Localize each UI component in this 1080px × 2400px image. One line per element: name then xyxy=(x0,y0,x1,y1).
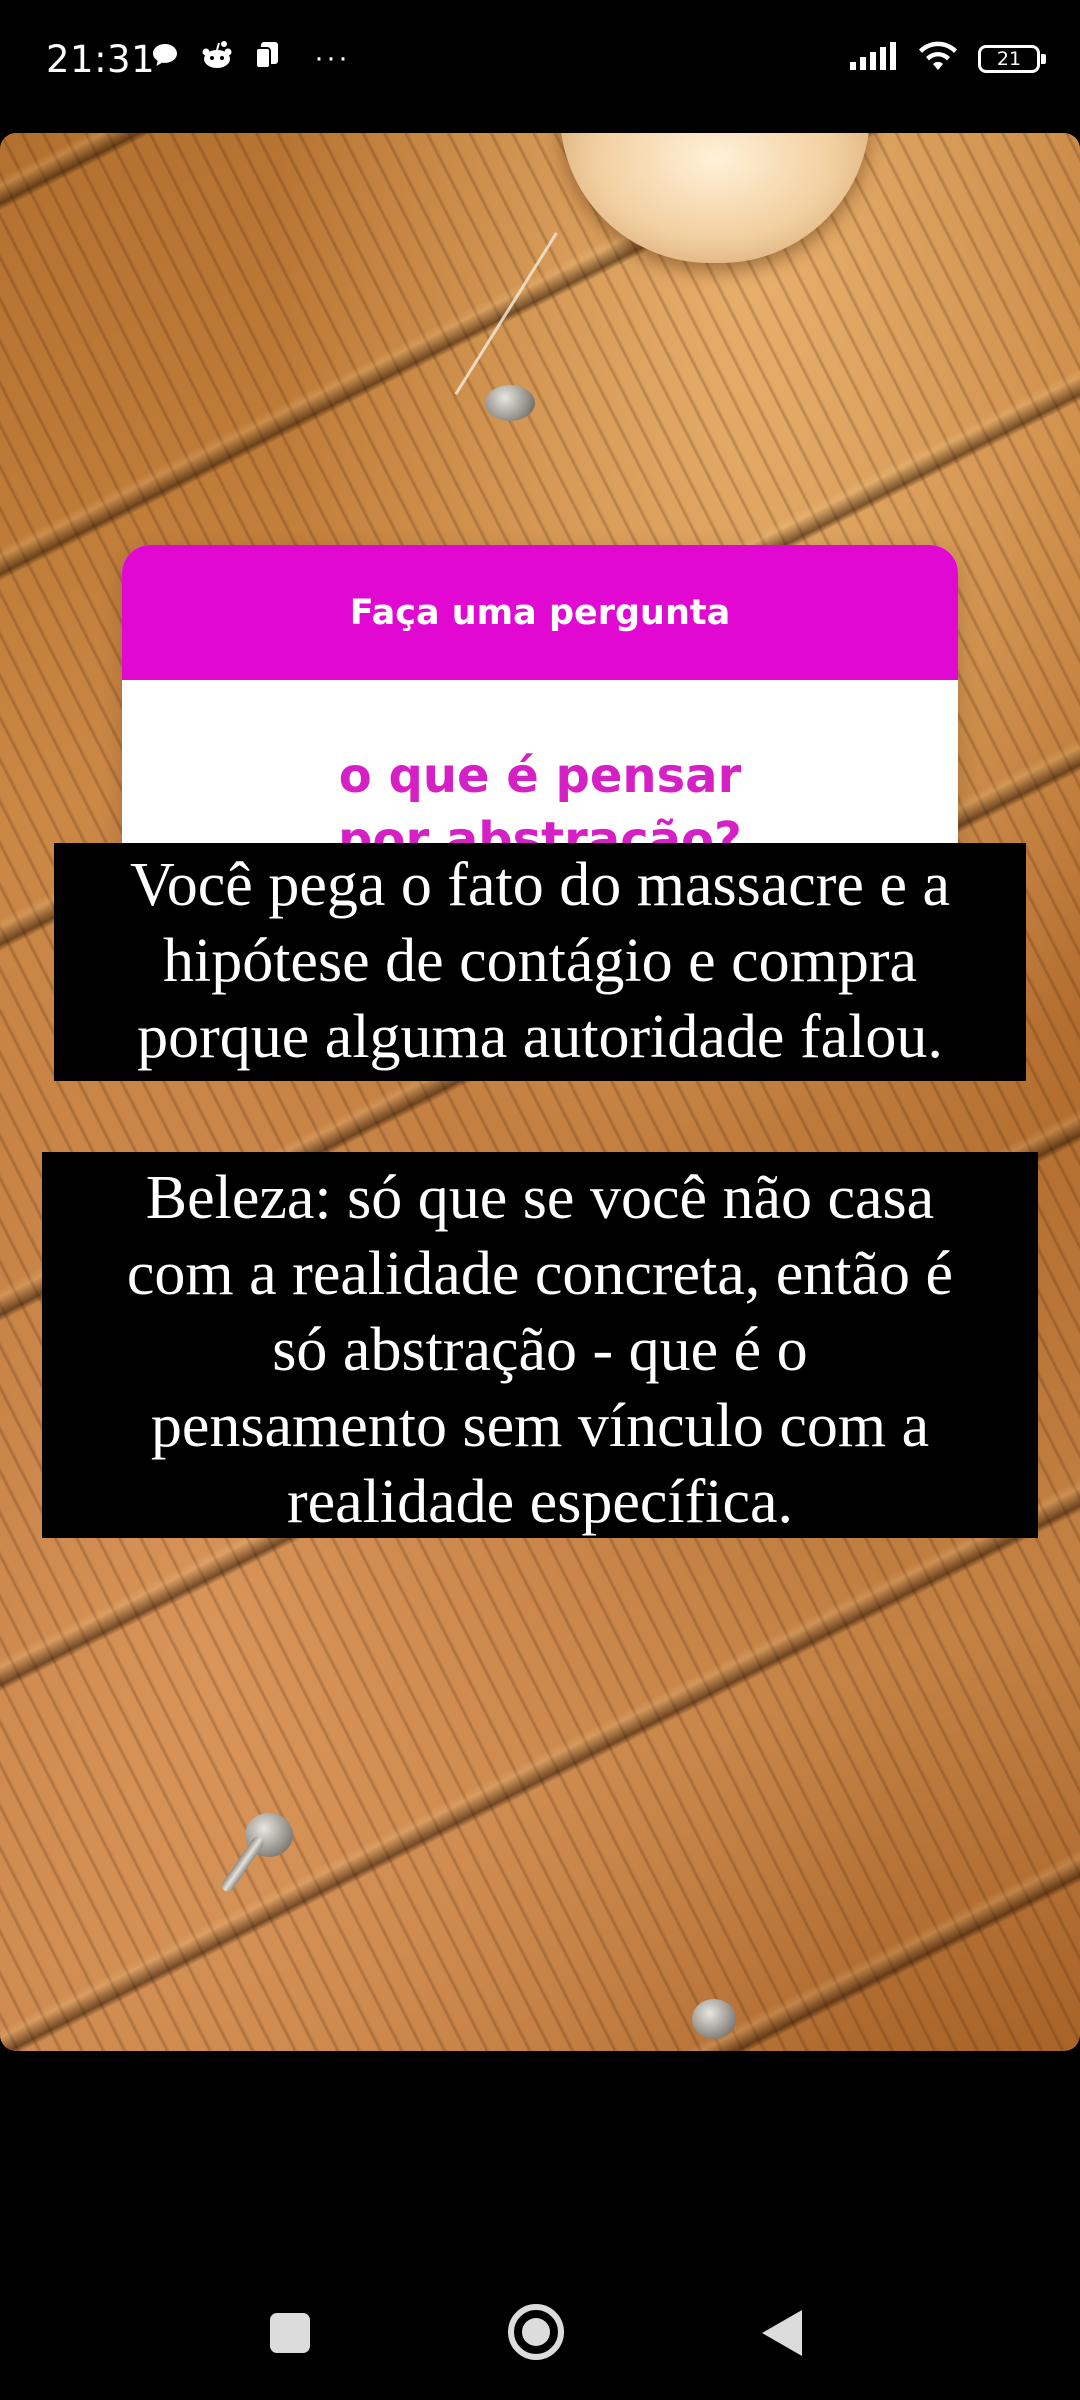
question-sticker-header: Faça uma pergunta xyxy=(122,545,958,680)
more-notifications-icon: ··· xyxy=(314,40,350,74)
ceiling-hook xyxy=(485,385,535,421)
story-text-overlay: Beleza: só que se você não casa com a re… xyxy=(42,1152,1038,1538)
wifi-icon xyxy=(916,40,960,77)
phone-screen: 21:31 ··· 21 Faça uma pergunta o que é p… xyxy=(0,0,1080,2400)
hook-stem xyxy=(219,1834,266,1894)
notification-card-icon xyxy=(254,40,280,75)
recent-apps-button[interactable] xyxy=(270,2313,310,2353)
lamp-wire xyxy=(454,232,558,395)
chat-bubble-icon xyxy=(150,40,180,75)
status-bar: 21:31 ··· 21 xyxy=(0,0,1080,125)
status-time: 21:31 xyxy=(46,38,156,81)
reddit-icon xyxy=(200,40,234,75)
signal-icon xyxy=(850,42,898,75)
back-button[interactable] xyxy=(762,2310,802,2356)
story-image[interactable]: Faça uma pergunta o que é pensar por abs… xyxy=(0,133,1080,2051)
home-button[interactable] xyxy=(508,2304,564,2360)
system-icons: 21 xyxy=(850,40,1046,77)
notification-icons: ··· xyxy=(150,40,350,75)
ceiling-hook xyxy=(692,1999,736,2039)
navigation-bar xyxy=(0,2240,1080,2400)
story-text-overlay: Você pega o fato do massacre e a hipótes… xyxy=(54,843,1026,1081)
ceiling-lamp xyxy=(560,133,870,263)
battery-icon: 21 xyxy=(978,44,1046,73)
